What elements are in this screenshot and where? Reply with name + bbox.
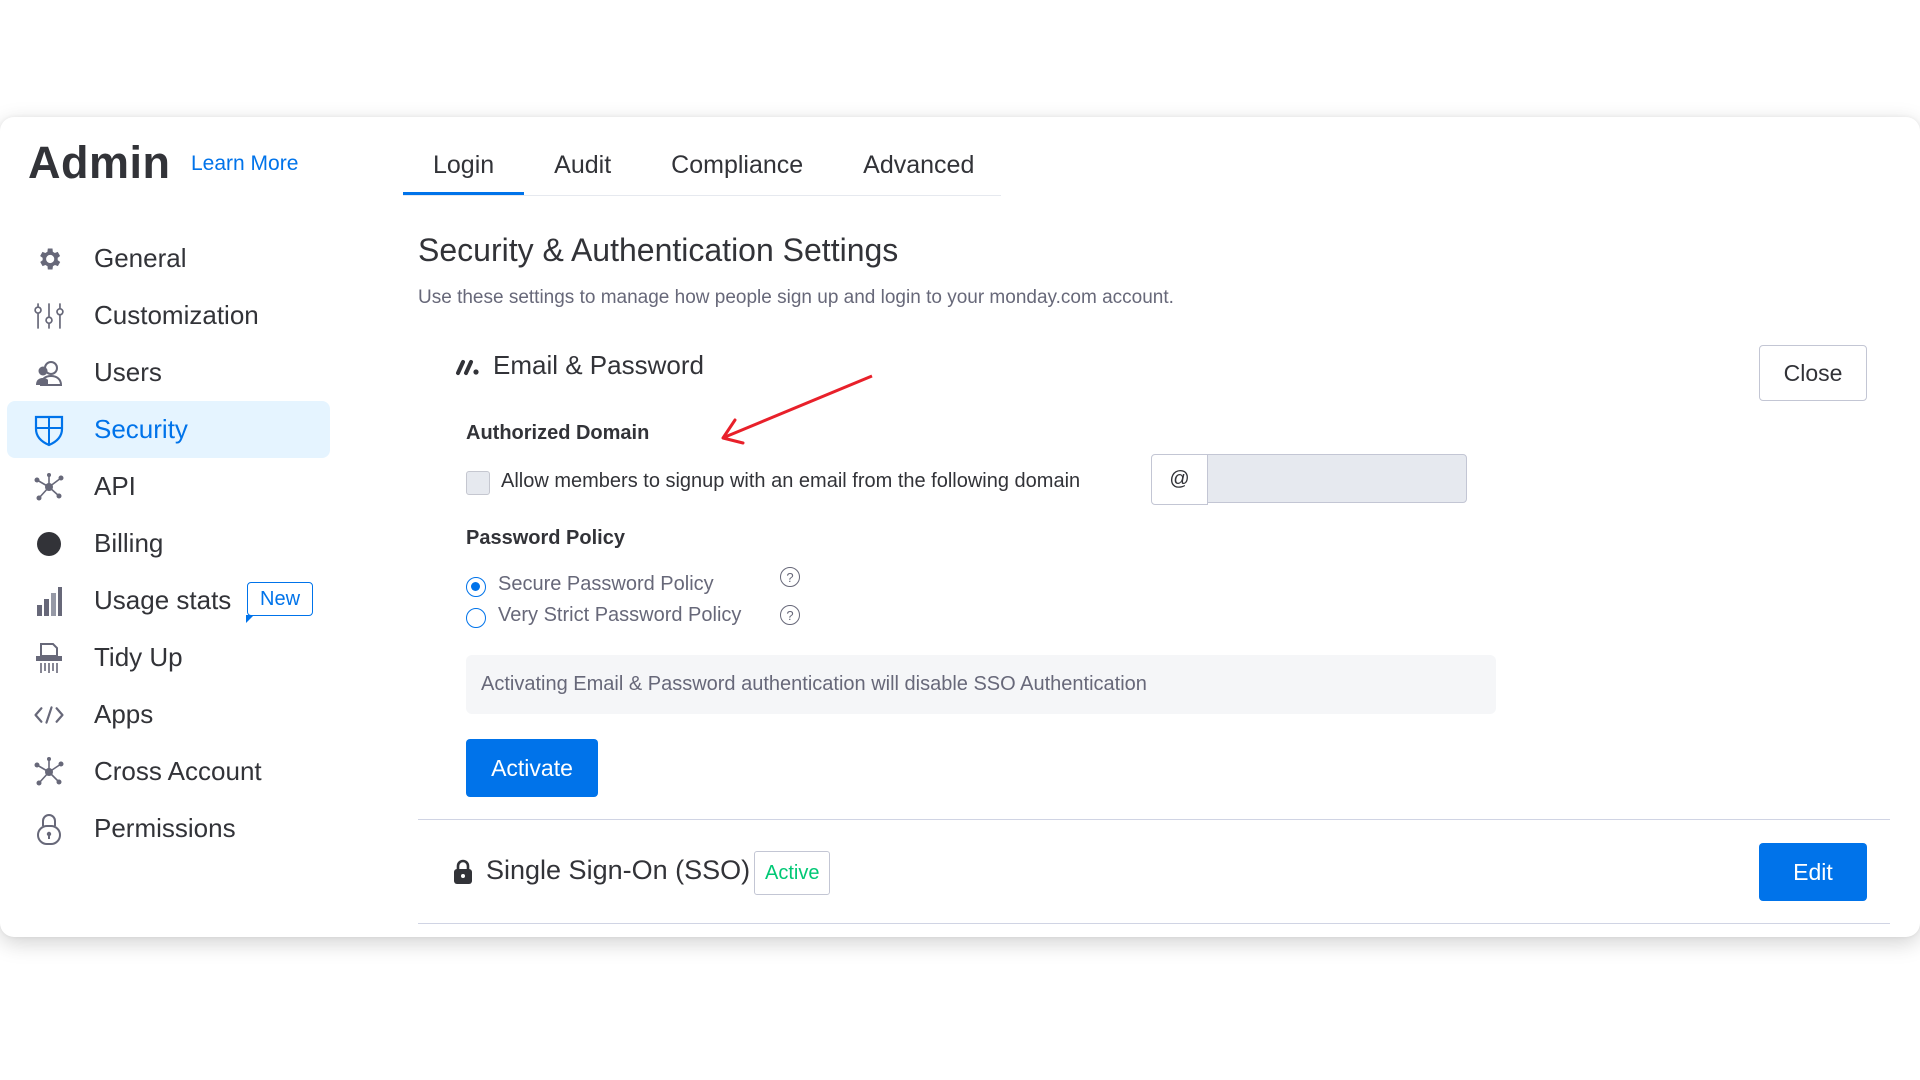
admin-panel: Admin Learn More General Customization U… [0, 117, 1920, 937]
authorized-domain-heading: Authorized Domain [466, 422, 650, 444]
section-divider [418, 819, 1890, 820]
users-icon [33, 357, 65, 389]
padlock-icon [33, 813, 65, 845]
strict-policy-label[interactable]: Very Strict Password Policy [498, 604, 741, 627]
shield-icon [33, 414, 65, 446]
monday-logo-icon [455, 357, 481, 377]
gear-icon [33, 243, 65, 275]
sidebar-item-security[interactable]: Security [7, 401, 330, 458]
secure-policy-radio[interactable] [466, 577, 486, 597]
page-title: Admin [28, 137, 171, 188]
tab-compliance[interactable]: Compliance [641, 137, 833, 193]
sidebar-item-customization[interactable]: Customization [7, 287, 330, 344]
sidebar-item-label: Usage stats [94, 585, 232, 615]
annotation-arrow-icon [721, 374, 873, 445]
lock-icon [452, 858, 474, 886]
code-icon [33, 699, 65, 731]
sidebar-item-label: Tidy Up [94, 642, 183, 672]
strict-policy-radio[interactable] [466, 608, 486, 628]
email-password-title: Email & Password [493, 350, 704, 380]
sidebar-item-general[interactable]: General [7, 230, 330, 287]
allow-domain-checkbox[interactable] [466, 471, 490, 495]
section-subtitle: Use these settings to manage how people … [418, 287, 1174, 308]
sidebar-item-label: Users [94, 357, 162, 387]
sidebar-item-label: Cross Account [94, 756, 262, 786]
section-divider [418, 923, 1890, 924]
tab-advanced[interactable]: Advanced [833, 137, 1004, 193]
sso-disable-notice: Activating Email & Password authenticati… [466, 655, 1496, 714]
learn-more-link[interactable]: Learn More [191, 152, 298, 176]
sidebar-item-cross-account[interactable]: Cross Account [7, 743, 330, 800]
billing-circle-icon [33, 528, 65, 560]
password-policy-heading: Password Policy [466, 527, 625, 549]
network-icon [33, 756, 65, 788]
sidebar-item-apps[interactable]: Apps [7, 686, 330, 743]
section-title: Security & Authentication Settings [418, 232, 899, 268]
status-badge: Active [754, 851, 831, 895]
allow-domain-label: Allow members to signup with an email fr… [501, 470, 1081, 492]
sso-title: Single Sign-On (SSO) [486, 855, 751, 885]
tab-audit[interactable]: Audit [524, 137, 641, 193]
close-button[interactable]: Close [1759, 345, 1867, 401]
secure-policy-label[interactable]: Secure Password Policy [498, 573, 714, 596]
sidebar-item-label: General [94, 243, 187, 273]
sidebar-item-label: Security [94, 414, 188, 444]
help-icon[interactable]: ? [780, 605, 800, 625]
shredder-icon [33, 642, 65, 674]
domain-input[interactable] [1207, 454, 1467, 503]
sidebar-item-billing[interactable]: Billing [7, 515, 330, 572]
sidebar-item-tidy-up[interactable]: Tidy Up [7, 629, 330, 686]
api-nodes-icon [33, 471, 65, 503]
sidebar-item-api[interactable]: API [7, 458, 330, 515]
activate-button[interactable]: Activate [466, 739, 598, 797]
sidebar: General Customization Users Security API [7, 230, 330, 857]
bar-chart-icon [33, 585, 65, 617]
sidebar-item-label: API [94, 471, 136, 501]
at-symbol-prefix: @ [1151, 454, 1208, 505]
edit-button[interactable]: Edit [1759, 843, 1867, 901]
tab-login[interactable]: Login [403, 137, 525, 195]
tab-bar: Login Audit Compliance Advanced [403, 137, 1001, 196]
new-badge: New [245, 582, 314, 623]
sidebar-item-label: Billing [94, 528, 164, 558]
sidebar-item-users[interactable]: Users [7, 344, 330, 401]
sidebar-item-label: Permissions [94, 813, 236, 843]
sidebar-item-label: Customization [94, 300, 259, 330]
sliders-icon [33, 300, 65, 332]
help-icon[interactable]: ? [780, 567, 800, 587]
sidebar-item-usage-stats[interactable]: Usage stats New [7, 572, 330, 629]
sidebar-item-label: Apps [94, 699, 154, 729]
sidebar-item-permissions[interactable]: Permissions [7, 800, 330, 857]
